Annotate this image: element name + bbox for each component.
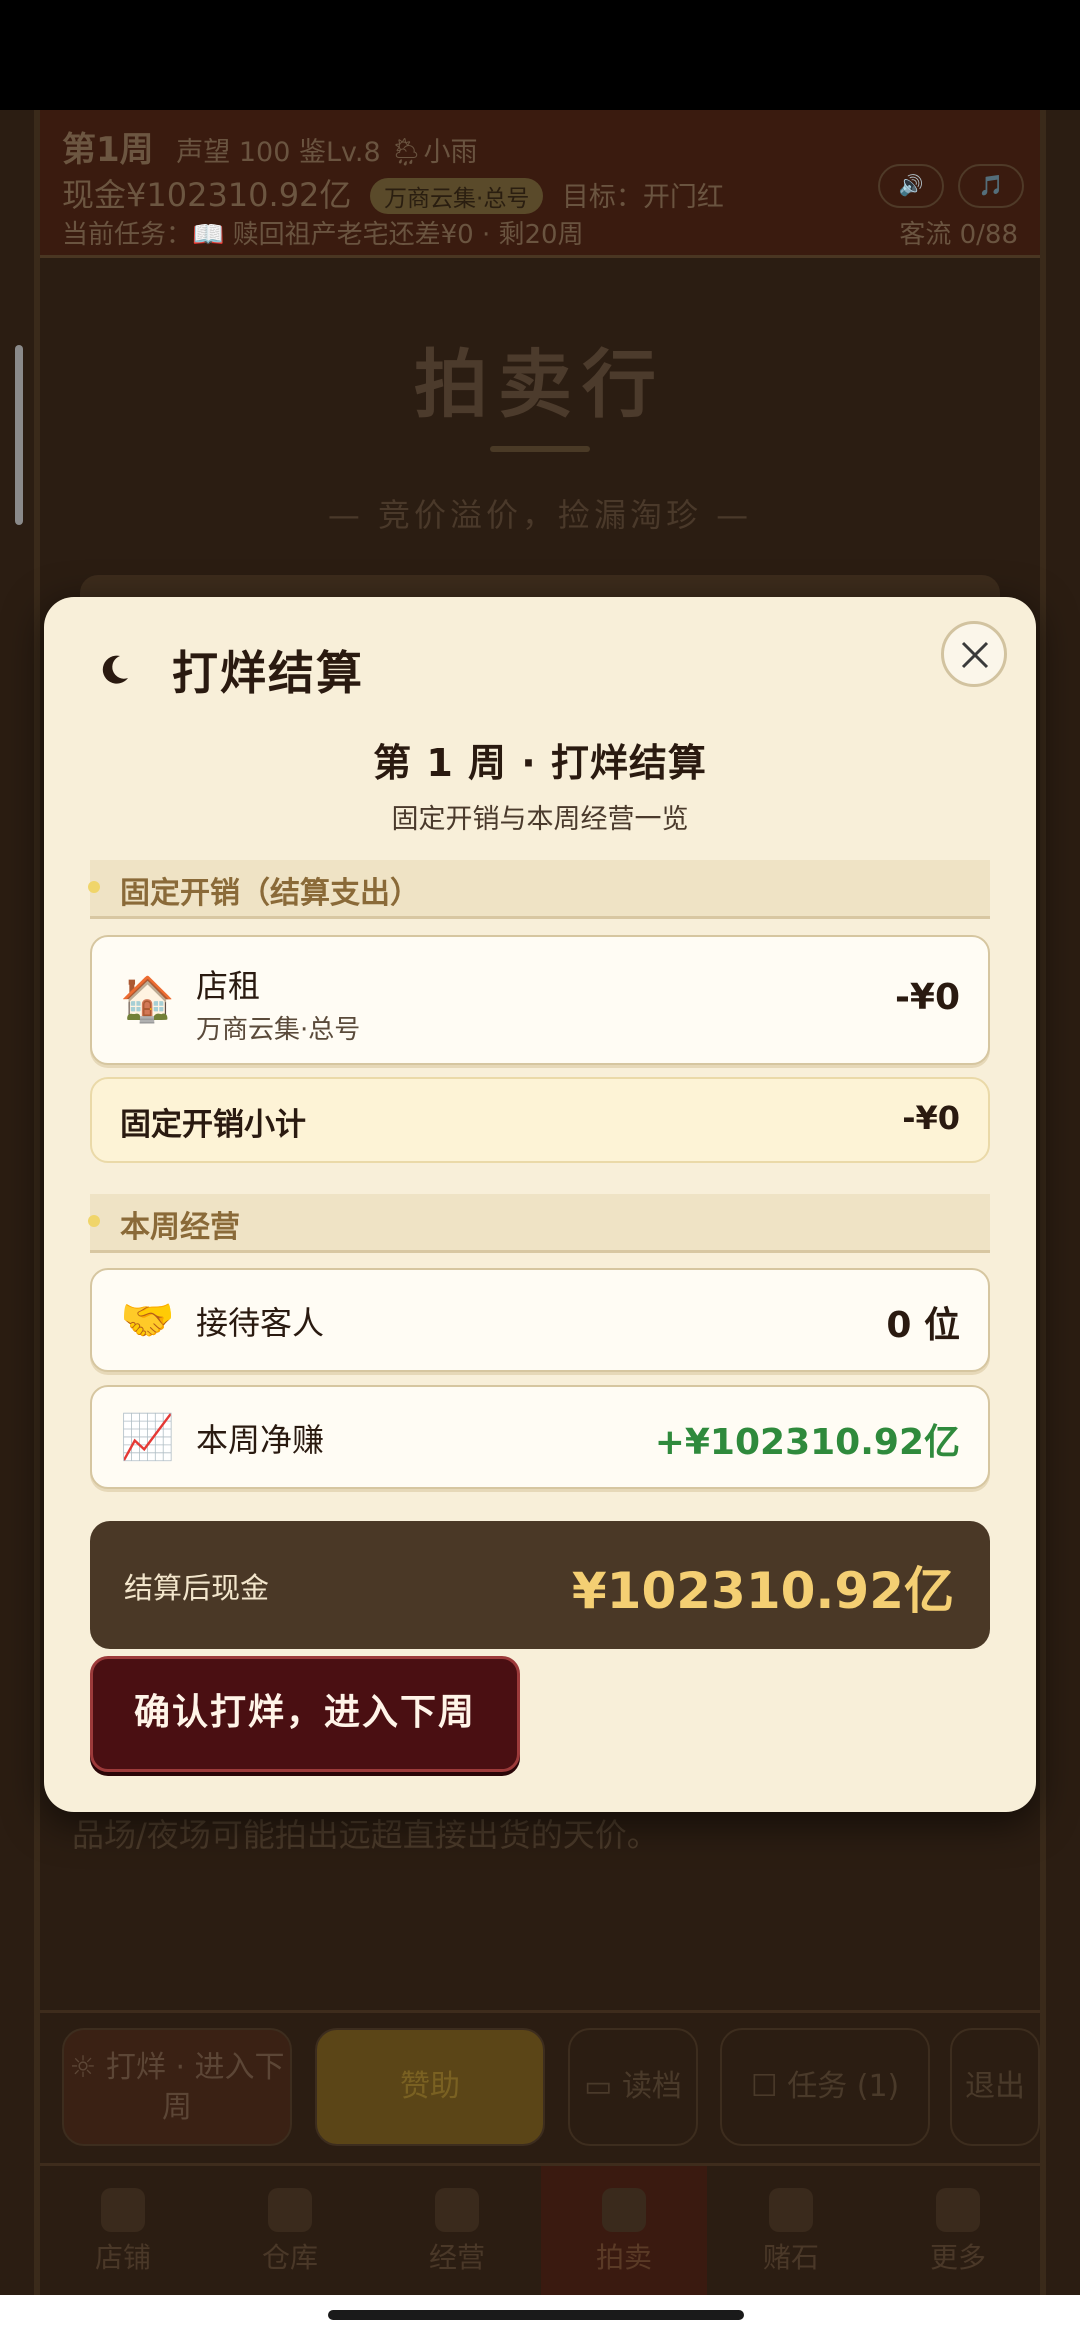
task-icon: ☐ xyxy=(750,2069,788,2104)
tab-label: 经营 xyxy=(428,2241,485,2274)
folder-icon: ▭ xyxy=(584,2069,622,2104)
status-header: 第1周 声望 100 鉴Lv.8 🌦小雨 现金¥102310.92亿 万商云集·… xyxy=(40,110,1040,258)
settlement-subheading: 固定开销与本周经营一览 xyxy=(391,804,689,835)
rent-value: -¥0 xyxy=(894,977,960,1018)
rain-cloud-icon: 🌦 xyxy=(389,137,424,168)
gavel-icon xyxy=(602,2188,646,2232)
stone-icon xyxy=(769,2188,813,2232)
hall-divider xyxy=(490,446,590,452)
tab-jade-gamble[interactable]: 赌石 xyxy=(708,2166,874,2298)
action-bar: ☼ 打烊 · 进入下周 赞助 ▭ 读档 ☐ 任务 (1) 退出 xyxy=(40,2010,1040,2163)
bottom-tab-bar: 店铺 仓库 经营 拍卖 赌石 更多 xyxy=(40,2163,1040,2298)
status-row-1: 第1周 声望 100 鉴Lv.8 🌦小雨 xyxy=(62,122,478,171)
close-icon xyxy=(961,641,989,669)
more-icon xyxy=(936,2188,980,2232)
settlement-heading: 第 1 周 · 打烊结算 xyxy=(373,741,707,785)
cash-after-label: 结算后现金 xyxy=(124,1571,270,1605)
chart-up-icon: 📈 xyxy=(120,1412,175,1463)
frame-left xyxy=(34,110,40,2295)
tasks-label: 任务 xyxy=(787,2069,848,2104)
guests-value: 0 位 xyxy=(886,1305,960,1346)
tab-more[interactable]: 更多 xyxy=(875,2166,1041,2298)
weather-label: 小雨 xyxy=(423,137,478,168)
subtotal-value: -¥0 xyxy=(902,1099,960,1137)
subtotal-label: 固定开销小计 xyxy=(120,1107,306,1143)
fixed-subtotal-row: 固定开销小计 -¥0 xyxy=(90,1077,990,1163)
warehouse-icon xyxy=(268,2188,312,2232)
current-task: 当前任务：📖 赎回祖产老宅还差¥0 · 剩20周 xyxy=(62,220,584,250)
tab-label: 仓库 xyxy=(261,2241,318,2274)
guests-row: 🤝 接待客人 0 位 xyxy=(90,1268,990,1372)
cash-after-value: ¥102310.92亿 xyxy=(571,1562,954,1620)
music-button[interactable]: 🎵 xyxy=(958,164,1024,208)
exit-button[interactable]: 退出 xyxy=(950,2028,1040,2146)
hall-note: 品场/夜场可能拍出远超直接出货的天价。 xyxy=(72,1816,659,1854)
close-button[interactable] xyxy=(941,621,1007,687)
customer-flow: 客流 0/88 xyxy=(899,220,1018,250)
week-label: 第1周 xyxy=(62,130,154,170)
tab-auction[interactable]: 拍卖 xyxy=(541,2166,707,2298)
rent-row: 🏠 店租 万商云集·总号 -¥0 xyxy=(90,935,990,1065)
tab-warehouse[interactable]: 仓库 xyxy=(207,2166,373,2298)
speaker-icon: 🔊 xyxy=(898,173,924,197)
tab-operations[interactable]: 经营 xyxy=(374,2166,540,2298)
shop-badge[interactable]: 万商云集·总号 xyxy=(370,178,544,214)
sound-button[interactable]: 🔊 xyxy=(878,164,944,208)
appraise-level: 鉴Lv.8 xyxy=(298,137,381,168)
section-dot xyxy=(88,881,100,893)
tab-label: 更多 xyxy=(929,2241,986,2274)
section-dot xyxy=(88,1215,100,1227)
tab-label: 赌石 xyxy=(762,2241,819,2274)
dialog-title: 打烊结算 xyxy=(172,646,364,700)
profit-value: +¥102310.92亿 xyxy=(654,1422,960,1463)
cash-label: 现金¥102310.92亿 xyxy=(62,176,352,214)
section-title: 固定开销（结算支出） xyxy=(120,876,420,911)
handshake-icon: 🤝 xyxy=(120,1295,175,1346)
ledger-icon xyxy=(435,2188,479,2232)
rent-shop: 万商云集·总号 xyxy=(196,1015,361,1045)
hall-subtitle: — 竞价溢价，捡漏淘珍 — xyxy=(327,496,753,534)
cash-after-box: 结算后现金 ¥102310.92亿 xyxy=(90,1521,990,1649)
hall-title: 拍卖行 xyxy=(414,342,666,428)
sponsor-button[interactable]: 赞助 xyxy=(315,2028,545,2146)
confirm-close-shop-button[interactable]: 确认打烊，进入下周 xyxy=(90,1656,520,1772)
status-row-2: 现金¥102310.92亿 万商云集·总号 目标：开门红 xyxy=(62,170,724,216)
guests-label: 接待客人 xyxy=(196,1304,325,1342)
moon-icon xyxy=(102,655,128,684)
tasks-count: (1) xyxy=(856,2069,900,2104)
load-save-button[interactable]: ▭ 读档 xyxy=(568,2028,698,2146)
tab-label: 店铺 xyxy=(94,2241,151,2274)
frame-right xyxy=(1040,110,1046,2295)
next-week-label: 打烊 · 进入下周 xyxy=(105,2050,285,2125)
settlement-dialog: 打烊结算 第 1 周 · 打烊结算 固定开销与本周经营一览 固定开销（结算支出）… xyxy=(44,597,1036,1812)
profit-label: 本周净赚 xyxy=(196,1421,325,1459)
section-title: 本周经营 xyxy=(120,1210,240,1245)
close-shop-next-week-button[interactable]: ☼ 打烊 · 进入下周 xyxy=(62,2028,292,2146)
shop-icon xyxy=(101,2188,145,2232)
tab-shop[interactable]: 店铺 xyxy=(40,2166,206,2298)
sun-icon: ☼ xyxy=(69,2050,106,2085)
tab-label: 拍卖 xyxy=(595,2241,652,2274)
section-fixed-costs: 固定开销（结算支出） xyxy=(88,860,990,919)
load-save-label: 读档 xyxy=(621,2069,682,2104)
music-note-icon: 🎵 xyxy=(978,173,1004,197)
rent-label: 店租 xyxy=(196,967,261,1005)
home-indicator[interactable] xyxy=(328,2310,744,2320)
tasks-button[interactable]: ☐ 任务 (1) xyxy=(720,2028,930,2146)
reputation-label: 声望 100 xyxy=(176,137,291,168)
goal-label: 目标：开门红 xyxy=(561,182,724,213)
profit-row: 📈 本周净赚 +¥102310.92亿 xyxy=(90,1385,990,1489)
house-icon: 🏠 xyxy=(120,974,175,1025)
section-weekly-ops: 本周经营 xyxy=(88,1194,990,1253)
